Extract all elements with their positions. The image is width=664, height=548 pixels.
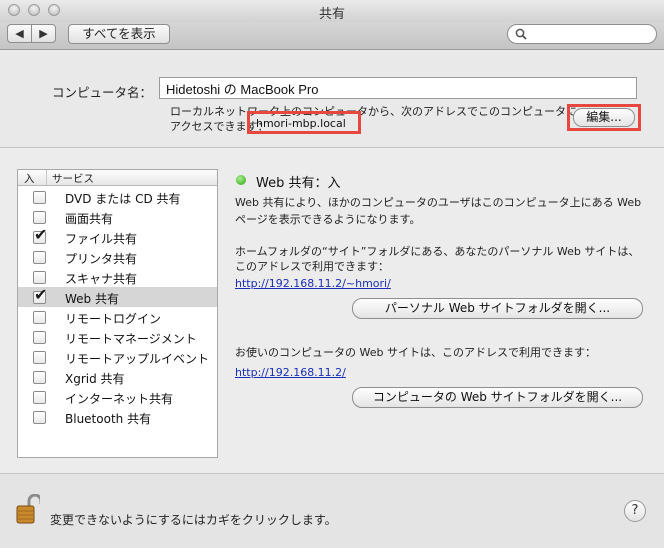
status-indicator-icon: [236, 175, 246, 185]
help-icon: ?: [631, 503, 639, 518]
service-checkbox[interactable]: [33, 211, 46, 224]
computer-name-field[interactable]: [159, 77, 637, 99]
service-list-item[interactable]: リモートマネージメント: [18, 327, 217, 347]
service-list-item[interactable]: インターネット共有: [18, 387, 217, 407]
service-list-item[interactable]: Bluetooth 共有: [18, 407, 217, 427]
service-checkbox[interactable]: [33, 411, 46, 424]
service-column-header[interactable]: サービス: [52, 171, 94, 186]
padlock-button[interactable]: [16, 493, 43, 526]
title-bar: 共有: [0, 0, 664, 23]
toolbar: ◀ ▶ すべてを表示: [0, 22, 664, 50]
personal-site-description-line2: このアドレスで利用できます：: [235, 260, 389, 273]
column-divider: [46, 170, 47, 185]
service-label: DVD または CD 共有: [65, 192, 181, 206]
service-checkbox[interactable]: [33, 251, 46, 264]
window-title: 共有: [318, 7, 345, 22]
service-checkbox[interactable]: [33, 331, 46, 344]
service-label: ファイル共有: [65, 232, 138, 246]
open-computer-site-folder-button[interactable]: コンピュータの Web サイトフォルダを開く...: [352, 387, 643, 408]
address-description-line1: ローカルネットワーク上のコンピュータから、次のアドレスでこのコンピュータに: [170, 105, 577, 118]
service-label: プリンタ共有: [65, 252, 138, 266]
open-personal-site-folder-button[interactable]: パーソナル Web サイトフォルダを開く...: [352, 298, 643, 319]
padlock-open-icon: [16, 493, 43, 524]
service-list-item[interactable]: 画面共有: [18, 207, 217, 227]
service-list-item[interactable]: Xgrid 共有: [18, 367, 217, 387]
help-button[interactable]: ?: [624, 500, 646, 522]
local-hostname: hmori-mbp.local: [256, 117, 346, 130]
search-field[interactable]: [507, 24, 657, 44]
computer-name-label: コンピュータ名：: [52, 85, 153, 100]
service-list[interactable]: 入 サービス DVD または CD 共有 画面共有 ✔ ファイル共有 プリンタ共有 スキャ…: [17, 169, 218, 458]
web-sharing-description-line2: ページを表示できるようになります。: [235, 213, 421, 226]
service-list-header: 入 サービス: [18, 170, 217, 186]
service-checkbox[interactable]: [33, 271, 46, 284]
service-checkbox[interactable]: [33, 191, 46, 204]
service-label: Xgrid 共有: [65, 372, 125, 386]
service-label: リモートマネージメント: [65, 332, 197, 346]
service-list-item[interactable]: ✔ Web 共有: [18, 287, 217, 307]
back-button[interactable]: ◀: [7, 24, 32, 43]
service-list-item[interactable]: リモートアップルイベント: [18, 347, 217, 367]
forward-button[interactable]: ▶: [31, 24, 56, 43]
service-list-item[interactable]: ✔ ファイル共有: [18, 227, 217, 247]
service-label: 画面共有: [65, 212, 114, 226]
service-list-item[interactable]: DVD または CD 共有: [18, 187, 217, 207]
search-icon: [515, 28, 527, 40]
checkmark-icon: ✔: [34, 225, 48, 244]
computer-site-description: お使いのコンピュータの Web サイトは、このアドレスで利用できます：: [235, 346, 596, 359]
forward-arrow-icon: ▶: [39, 27, 48, 40]
web-sharing-description-line1: Web 共有により、ほかのコンピュータのユーザはこのコンピュータ上にある Web: [235, 196, 642, 209]
service-label: Bluetooth 共有: [65, 412, 152, 426]
service-label: スキャナ共有: [65, 272, 138, 286]
service-checkbox[interactable]: [33, 371, 46, 384]
web-sharing-status: Web 共有：入: [256, 176, 341, 191]
service-checkbox[interactable]: ✔: [33, 287, 47, 304]
checkmark-icon: ✔: [34, 285, 48, 304]
edit-hostname-button[interactable]: 編集...: [573, 108, 635, 127]
lock-message: 変更できないようにするにはカギをクリックします。: [50, 513, 337, 527]
service-checkbox[interactable]: [33, 311, 46, 324]
service-label: リモートアップルイベント: [65, 352, 210, 366]
back-arrow-icon: ◀: [15, 27, 24, 40]
show-all-button[interactable]: すべてを表示: [68, 24, 170, 44]
service-checkbox[interactable]: [33, 391, 46, 404]
computer-site-url-link[interactable]: http://192.168.11.2/: [235, 366, 346, 379]
service-label: インターネット共有: [65, 392, 174, 406]
system-preferences-window: 共有 ◀ ▶ すべてを表示 コンピュータ名： ローカルネットワーク上のコンピュー…: [0, 0, 664, 548]
on-column-header[interactable]: 入: [24, 171, 35, 186]
service-label: Web 共有: [65, 292, 119, 306]
service-checkbox[interactable]: [33, 351, 46, 364]
service-list-item[interactable]: リモートログイン: [18, 307, 217, 327]
service-list-item[interactable]: プリンタ共有: [18, 247, 217, 267]
service-list-item[interactable]: スキャナ共有: [18, 267, 217, 287]
service-checkbox[interactable]: ✔: [33, 227, 47, 244]
service-label: リモートログイン: [65, 312, 162, 326]
personal-site-url-link[interactable]: http://192.168.11.2/~hmori/: [235, 277, 391, 290]
